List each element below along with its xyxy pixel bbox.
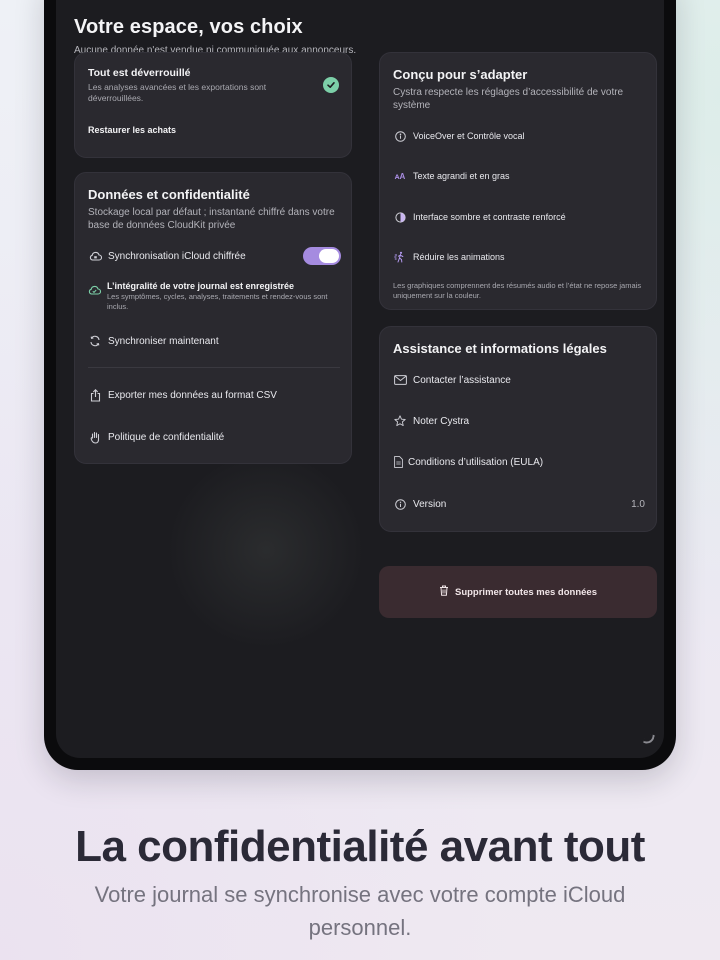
contact-support-button[interactable]: Contacter l’assistance	[393, 373, 511, 387]
accessibility-icon	[393, 129, 407, 143]
contact-support-label: Contacter l’assistance	[413, 374, 511, 386]
info-icon	[393, 497, 407, 511]
unlock-title: Tout est déverrouillé	[88, 67, 191, 79]
terms-label: Conditions d’utilisation (EULA)	[408, 456, 544, 468]
hero-headline: La confidentialité avant tout	[75, 822, 645, 871]
hero-tagline: Votre journal se synchronise avec votre …	[94, 882, 626, 940]
privacy-divider	[88, 367, 340, 368]
reduce-motion-icon	[393, 250, 407, 264]
check-badge-icon	[323, 77, 339, 93]
icloud-sync-toggle[interactable]	[303, 247, 341, 265]
accessibility-item-label: VoiceOver et Contrôle vocal	[413, 131, 525, 141]
share-icon	[88, 388, 102, 402]
rate-app-button[interactable]: Noter Cystra	[393, 414, 469, 428]
privacy-policy-button[interactable]: Politique de confidentialité	[88, 430, 224, 444]
envelope-icon	[393, 373, 407, 387]
accessibility-item-contrast: Interface sombre et contraste renforcé	[393, 210, 566, 224]
app-screen: Votre espace, vos choix Aucune donnée n'…	[56, 0, 664, 758]
export-csv-button[interactable]: Exporter mes données au format CSV	[88, 388, 277, 402]
text-size-icon: ᴀA	[394, 171, 406, 181]
sync-status-subtitle: Les symptômes, cycles, analyses, traitem…	[107, 292, 328, 311]
refresh-icon	[88, 334, 102, 348]
cloud-check-icon	[88, 282, 102, 312]
accessibility-item-text-size: ᴀA Texte agrandi et en gras	[393, 169, 510, 183]
toggle-knob	[319, 249, 339, 263]
ipad-frame: Votre espace, vos choix Aucune donnée n'…	[44, 0, 676, 770]
accessibility-title: Conçu pour s’adapter	[393, 67, 528, 82]
restore-purchases-button[interactable]: Restaurer les achats	[88, 125, 176, 135]
rate-app-label: Noter Cystra	[413, 415, 470, 427]
support-title: Assistance et informations légales	[393, 341, 607, 356]
privacy-title: Données et confidentialité	[88, 187, 250, 202]
background-glow	[166, 450, 366, 650]
accessibility-item-voiceover: VoiceOver et Contrôle vocal	[393, 129, 525, 143]
marketing-caption: La confidentialité avant tout Votre jour…	[0, 822, 720, 944]
accessibility-item-label: Réduire les animations	[413, 252, 505, 262]
sync-status-title: L’intégralité de votre journal est enreg…	[107, 281, 295, 291]
unlock-card: Tout est déverrouillé Les analyses avanc…	[74, 52, 352, 158]
sync-status: L’intégralité de votre journal est enreg…	[88, 281, 328, 312]
star-icon	[393, 414, 407, 428]
version-row: Version 1.0	[393, 497, 645, 511]
contrast-icon	[393, 210, 407, 224]
accessibility-item-label: Texte agrandi et en gras	[413, 171, 510, 181]
accessibility-note: Les graphiques comprennent des résumés a…	[393, 281, 642, 300]
accessibility-item-label: Interface sombre et contraste renforcé	[413, 212, 566, 222]
privacy-card: Données et confidentialité Stockage loca…	[74, 172, 352, 464]
export-csv-label: Exporter mes données au format CSV	[108, 389, 277, 401]
accessibility-item-reduce-motion: Réduire les animations	[393, 250, 505, 264]
terms-button[interactable]: Conditions d’utilisation (EULA)	[393, 455, 543, 469]
icloud-sync-row: Synchronisation iCloud chiffrée	[88, 249, 246, 263]
privacy-subtitle: Stockage local par défaut ; instantané c…	[88, 207, 335, 231]
unlock-subtitle: Les analyses avancées et les exportation…	[88, 82, 267, 103]
support-card: Assistance et informations légales Conta…	[379, 326, 657, 532]
trash-icon	[439, 585, 449, 599]
delete-all-data-label: Supprimer toutes mes données	[454, 586, 597, 598]
icloud-sync-label: Synchronisation iCloud chiffrée	[108, 250, 246, 262]
cloud-lock-icon	[88, 249, 102, 263]
delete-all-data-button[interactable]: Supprimer toutes mes données	[379, 566, 657, 618]
version-label: Version	[413, 498, 447, 510]
privacy-policy-label: Politique de confidentialité	[108, 431, 225, 443]
sync-now-label: Synchroniser maintenant	[108, 335, 219, 347]
screen-header: Votre espace, vos choix Aucune donnée n'…	[74, 16, 356, 56]
resize-corner-indicator	[643, 733, 655, 745]
page-title: Votre espace, vos choix	[74, 16, 303, 38]
hand-icon	[88, 430, 102, 444]
version-value: 1.0	[631, 498, 645, 510]
sync-now-button[interactable]: Synchroniser maintenant	[88, 334, 219, 348]
accessibility-subtitle: Cystra respecte les réglages d’accessibi…	[393, 87, 624, 111]
accessibility-card: Conçu pour s’adapter Cystra respecte les…	[379, 52, 657, 310]
document-icon	[393, 455, 403, 469]
